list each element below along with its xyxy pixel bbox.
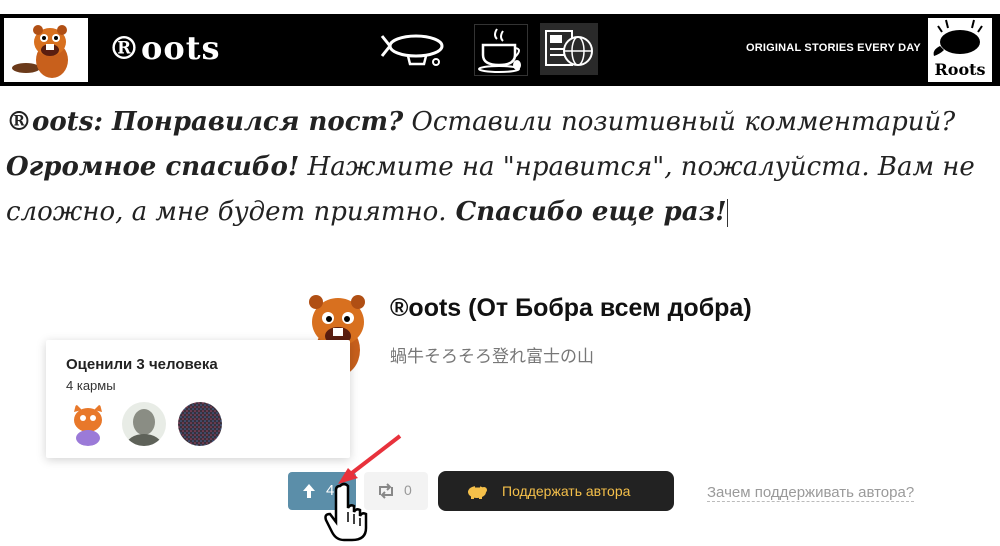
arrow-up-icon (303, 484, 315, 498)
why-support-link[interactable]: Зачем поддерживать автора? (707, 484, 915, 502)
piggy-bank-icon (468, 486, 487, 499)
ratings-karma: 4 кармы (66, 378, 116, 393)
voter-avatar[interactable] (66, 402, 110, 446)
news-globe-icon (545, 30, 593, 66)
message-bold-5: Спасибо еще раз! (446, 197, 727, 227)
text-cursor (726, 199, 728, 227)
cartoon-cat-avatar-icon (66, 402, 110, 446)
message-bold-3: Огромное спасибо! (6, 152, 300, 182)
ratings-popup: Оценили 3 человека 4 кармы (46, 340, 350, 458)
voter-avatar[interactable] (122, 402, 166, 446)
top-bar: ®oots ORIGINAL STORIES EVERY DAY Roots (0, 14, 1000, 86)
voter-avatar[interactable] (178, 402, 222, 446)
news-icon-box[interactable] (540, 23, 598, 75)
annotation-arrow-icon (338, 434, 402, 484)
site-brand[interactable]: ®oots (108, 28, 220, 68)
author-name[interactable]: ®oots (От Бобра всем добра) (390, 294, 752, 323)
support-author-label: Поддержать автора (502, 483, 631, 499)
author-subtitle: 蝸牛そろそろ登れ富士の山 (390, 347, 594, 366)
message-text-2: Оставили позитивный комментарий? (403, 107, 956, 137)
message-bold-1: ®oots: Понравился пост? (6, 107, 404, 137)
beaver-logo[interactable] (4, 18, 88, 82)
roots-badge-label: Roots (934, 60, 986, 79)
man-portrait-avatar-icon (122, 402, 166, 446)
coffee-cup-icon (478, 28, 521, 73)
ratings-title: Оценили 3 человека (66, 356, 218, 373)
support-author-button[interactable]: Поддержать автора (438, 471, 674, 511)
pattern-avatar-icon (178, 402, 222, 446)
beaver-icon (12, 25, 68, 78)
roots-badge[interactable]: Roots (928, 18, 992, 82)
coffee-icon-box[interactable] (474, 24, 528, 76)
airship-icon[interactable] (380, 24, 456, 74)
site-tagline: ORIGINAL STORIES EVERY DAY (746, 42, 921, 54)
thank-you-message: ®oots: Понравился пост? Оставили позитив… (6, 100, 996, 235)
hand-pointer-cursor-icon (324, 482, 368, 542)
